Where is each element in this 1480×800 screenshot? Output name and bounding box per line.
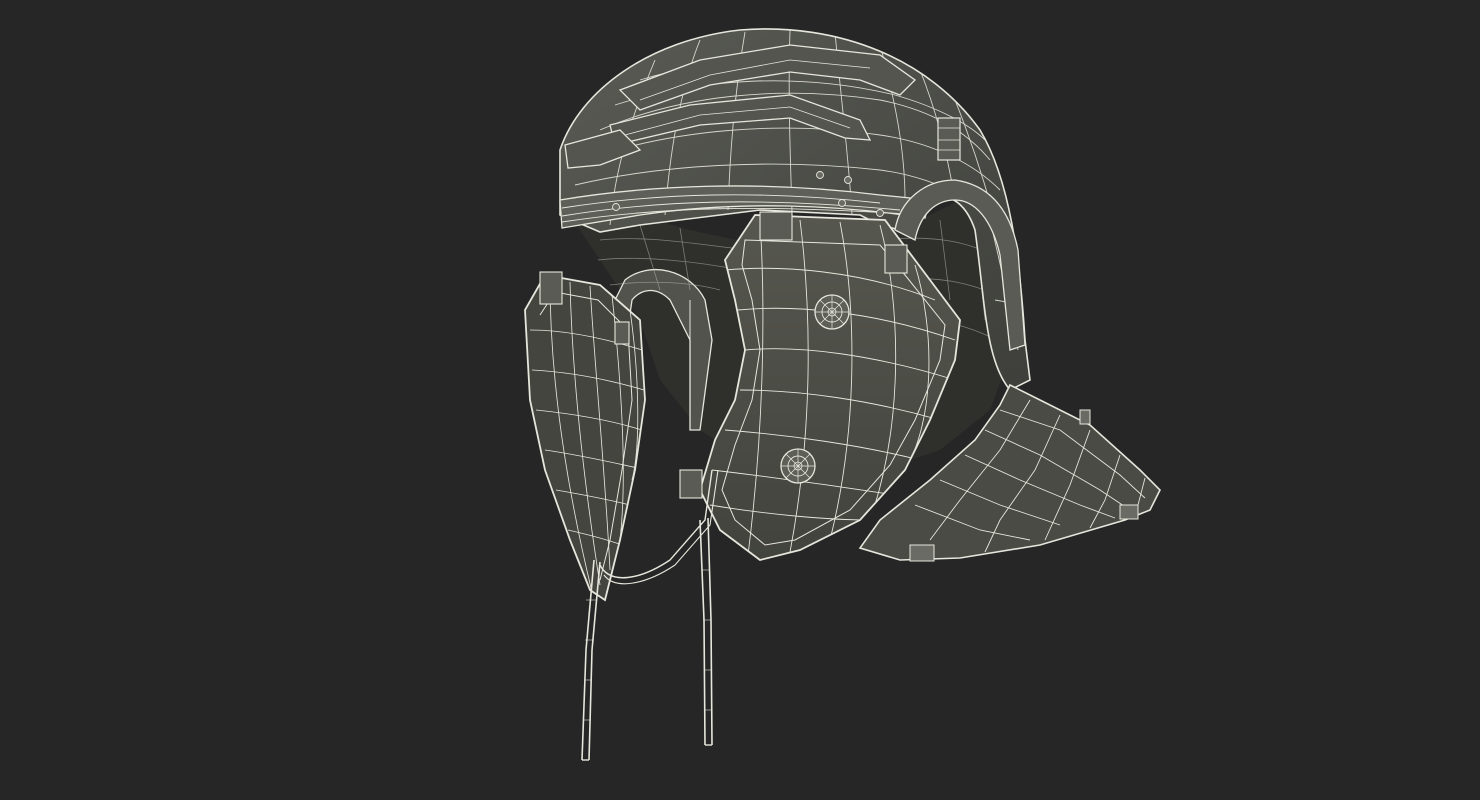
3d-viewport	[0, 0, 1480, 800]
rosette-lower	[780, 448, 816, 484]
rosette-upper	[814, 294, 850, 330]
helmet-wireframe-render	[524, 28, 1161, 761]
